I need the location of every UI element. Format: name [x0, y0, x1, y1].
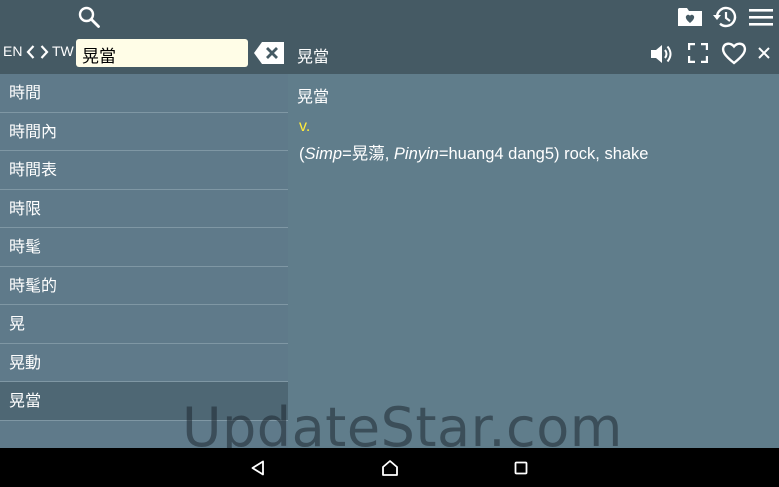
- app-toolbar: EN TW 晃當 晃當: [0, 0, 779, 74]
- chevron-right-icon[interactable]: [39, 44, 49, 60]
- pinyin-label: Pinyin: [393, 145, 439, 163]
- close-icon[interactable]: [755, 44, 773, 62]
- part-of-speech: v.: [299, 118, 311, 135]
- clear-search-button[interactable]: [253, 41, 285, 65]
- list-item[interactable]: 時間內: [0, 113, 288, 151]
- recents-icon[interactable]: [512, 459, 530, 477]
- list-item[interactable]: 時限: [0, 190, 288, 228]
- definition-pane: 晃當 v. (Simp=晃蕩, Pinyin=huang4 dang5) roc…: [288, 74, 779, 448]
- system-nav-bar: [0, 448, 779, 487]
- target-language[interactable]: TW: [52, 43, 74, 59]
- fullscreen-icon[interactable]: [687, 42, 709, 64]
- list-item[interactable]: 時間表: [0, 151, 288, 190]
- heart-icon[interactable]: [720, 40, 748, 66]
- source-language[interactable]: EN: [3, 43, 22, 59]
- list-item[interactable]: 晃動: [0, 344, 288, 382]
- list-item[interactable]: 晃: [0, 305, 288, 344]
- search-input[interactable]: 晃當: [76, 39, 248, 67]
- simp-value: =晃蕩,: [342, 145, 394, 163]
- list-item[interactable]: 時髦: [0, 228, 288, 267]
- word-list: 時間 時間內 時間表 時限 時髦 時髦的晃晃動 晃當: [0, 74, 288, 448]
- back-icon[interactable]: [249, 458, 267, 478]
- speaker-icon[interactable]: [649, 41, 675, 67]
- list-item[interactable]: 時間: [0, 74, 288, 113]
- pinyin-value: =huang4 dang5) rock, shake: [438, 145, 649, 163]
- backspace-icon: [254, 42, 284, 64]
- search-icon[interactable]: [76, 4, 102, 30]
- simp-label: Simp: [304, 145, 343, 163]
- entry-title: 晃當: [297, 47, 330, 66]
- history-icon[interactable]: [711, 3, 739, 31]
- chevron-left-icon[interactable]: [25, 44, 35, 60]
- entry-definition: (Simp=晃蕩, Pinyin=huang4 dang5) rock, sha…: [299, 140, 648, 164]
- menu-icon[interactable]: [748, 5, 774, 29]
- home-icon[interactable]: [380, 458, 400, 478]
- folder-heart-icon[interactable]: [676, 4, 704, 30]
- entry-headword: 晃當: [297, 87, 330, 106]
- list-item[interactable]: 時髦的: [0, 267, 288, 305]
